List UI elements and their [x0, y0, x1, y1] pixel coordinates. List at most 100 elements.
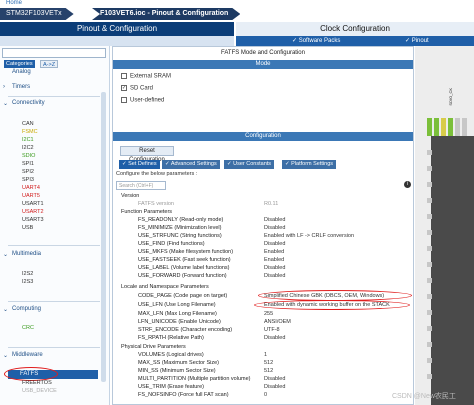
param-value[interactable]: 1	[264, 352, 267, 358]
chip-pin[interactable]	[427, 150, 432, 155]
periph-fsmc[interactable]: FSMC	[22, 129, 38, 135]
periph-usart2[interactable]: USART2	[22, 209, 44, 215]
param-search-input[interactable]: Search (Ctrl+F)	[116, 181, 166, 190]
chip-pin[interactable]	[427, 374, 432, 379]
category-connectivity[interactable]: Connectivity	[12, 100, 45, 106]
periph-usart3[interactable]: USART3	[22, 217, 44, 223]
periph-spi3[interactable]: SPI3	[22, 177, 34, 183]
chip-pin[interactable]	[427, 182, 432, 187]
category-middleware[interactable]: Middleware	[12, 352, 43, 358]
chip-pin[interactable]	[448, 118, 453, 136]
category-multimedia[interactable]: Multimedia	[12, 251, 41, 257]
group-version[interactable]: Version	[121, 193, 139, 199]
chip-pin[interactable]	[427, 246, 432, 251]
periph-i2c1[interactable]: I2C1	[22, 137, 34, 143]
chevron-right-icon[interactable]: ›	[3, 84, 5, 90]
chip-pin[interactable]	[427, 326, 432, 331]
checkbox-checked[interactable]: ✓	[121, 85, 127, 91]
param-value[interactable]: Enabled	[264, 249, 284, 255]
periph-i2c2[interactable]: I2C2	[22, 145, 34, 151]
chevron-down-icon[interactable]: ⌄	[3, 306, 8, 313]
chip-pin[interactable]	[434, 118, 439, 136]
chip-pin[interactable]	[427, 198, 432, 203]
periph-spi1[interactable]: SPI1	[22, 161, 34, 167]
pinout-menu[interactable]: ✓ Pinout	[405, 37, 429, 44]
chip-pin[interactable]	[427, 278, 432, 283]
param-value[interactable]: 512	[264, 360, 273, 366]
periph-spi2[interactable]: SPI2	[22, 169, 34, 175]
chevron-down-icon[interactable]: ⌄	[3, 352, 8, 359]
tab-set-defines[interactable]: ✓ Set Defines	[119, 160, 160, 169]
chip-pin[interactable]	[427, 118, 432, 136]
left-scrollbar[interactable]	[101, 92, 106, 382]
category-timers[interactable]: Timers	[12, 84, 30, 90]
tab-advanced-settings[interactable]: ✓ Advanced Settings	[162, 160, 220, 169]
param-value[interactable]: Enabled with LF -> CRLF conversion	[264, 233, 354, 239]
param-value[interactable]: Disabled	[264, 384, 285, 390]
mcu-chip[interactable]	[431, 136, 474, 405]
param-value[interactable]: 0	[264, 392, 267, 398]
param-value[interactable]: 255	[264, 311, 273, 317]
param-value[interactable]: Enabled	[264, 257, 284, 263]
chip-pin[interactable]	[427, 166, 432, 171]
mode-user-defined[interactable]: User-defined	[121, 97, 164, 104]
tab-clock-configuration[interactable]: Clock Configuration	[236, 22, 474, 36]
periph-crc[interactable]: CRC	[22, 325, 34, 331]
chip-pin[interactable]	[441, 118, 446, 136]
param-value[interactable]: Disabled	[264, 335, 285, 341]
mode-sd-card[interactable]: ✓ SD Card	[121, 85, 153, 92]
tab-pinout-configuration[interactable]: Pinout & Configuration	[0, 22, 234, 36]
periph-uart5[interactable]: UART5	[22, 193, 40, 199]
category-analog[interactable]: Analog	[12, 69, 31, 75]
breadcrumb-item-project[interactable]: F103VET6.ioc - Pinout & Configuration	[92, 8, 240, 20]
chip-pin[interactable]	[427, 342, 432, 347]
param-value[interactable]: ANSI/OEM	[264, 319, 291, 325]
chip-pin[interactable]	[427, 294, 432, 299]
param-value[interactable]: Disabled	[264, 273, 285, 279]
periph-usb[interactable]: USB	[22, 225, 33, 231]
periph-usart1[interactable]: USART1	[22, 201, 44, 207]
group-locale-namespace[interactable]: Locale and Namespace Parameters	[121, 284, 209, 290]
periph-sdio[interactable]: SDIO	[22, 153, 35, 159]
software-packs-menu[interactable]: ✓ Software Packs	[292, 37, 340, 44]
chip-pin[interactable]	[427, 358, 432, 363]
checkbox[interactable]	[121, 73, 127, 79]
group-physical-drive[interactable]: Physical Drive Parameters	[121, 344, 186, 350]
param-name: LFN_UNICODE (Enable Unicode)	[138, 319, 221, 325]
breadcrumb-item-mcu[interactable]: STM32F103VETx	[0, 8, 74, 20]
chip-pin[interactable]	[427, 262, 432, 267]
param-value[interactable]: UTF-8	[264, 327, 280, 333]
param-value[interactable]: Disabled	[264, 265, 285, 271]
chevron-down-icon[interactable]: ⌄	[3, 251, 8, 258]
periph-usb-device[interactable]: USB_DEVICE	[22, 388, 57, 394]
param-value[interactable]: Disabled	[264, 376, 285, 382]
group-function-parameters[interactable]: Function Parameters	[121, 209, 172, 215]
param-value[interactable]: Disabled	[264, 241, 285, 247]
info-icon[interactable]: i	[404, 181, 411, 188]
tab-categories[interactable]: Categories	[4, 60, 35, 68]
category-search-input[interactable]	[2, 48, 106, 58]
checkbox[interactable]	[121, 97, 127, 103]
tab-platform-settings[interactable]: ✓ Platform Settings	[282, 160, 337, 169]
watermark: CSDN @New农民工	[392, 393, 456, 400]
chip-pin[interactable]	[427, 230, 432, 235]
mode-external-sram[interactable]: External SRAM	[121, 73, 171, 80]
chip-pin[interactable]	[427, 214, 432, 219]
category-computing[interactable]: Computing	[12, 306, 41, 312]
reset-configuration-button[interactable]: Reset Configuration	[120, 146, 174, 163]
tab-a-z[interactable]: A->Z	[40, 60, 59, 68]
chevron-down-icon[interactable]: ⌄	[3, 100, 8, 107]
breadcrumb-home[interactable]: Home	[6, 0, 22, 6]
chip-pin[interactable]	[427, 310, 432, 315]
tab-user-constants[interactable]: ✓ User Constants	[224, 160, 275, 169]
periph-i2s2[interactable]: I2S2	[22, 271, 33, 277]
chip-pin[interactable]	[455, 118, 460, 136]
periph-freertos[interactable]: FREERTOS	[22, 380, 52, 386]
param-value[interactable]: Disabled	[264, 225, 285, 231]
param-value[interactable]: 512	[264, 368, 273, 374]
periph-can[interactable]: CAN	[22, 121, 34, 127]
periph-uart4[interactable]: UART4	[22, 185, 40, 191]
periph-i2s3[interactable]: I2S3	[22, 279, 33, 285]
param-value[interactable]: Disabled	[264, 217, 285, 223]
chip-pin[interactable]	[462, 118, 467, 136]
